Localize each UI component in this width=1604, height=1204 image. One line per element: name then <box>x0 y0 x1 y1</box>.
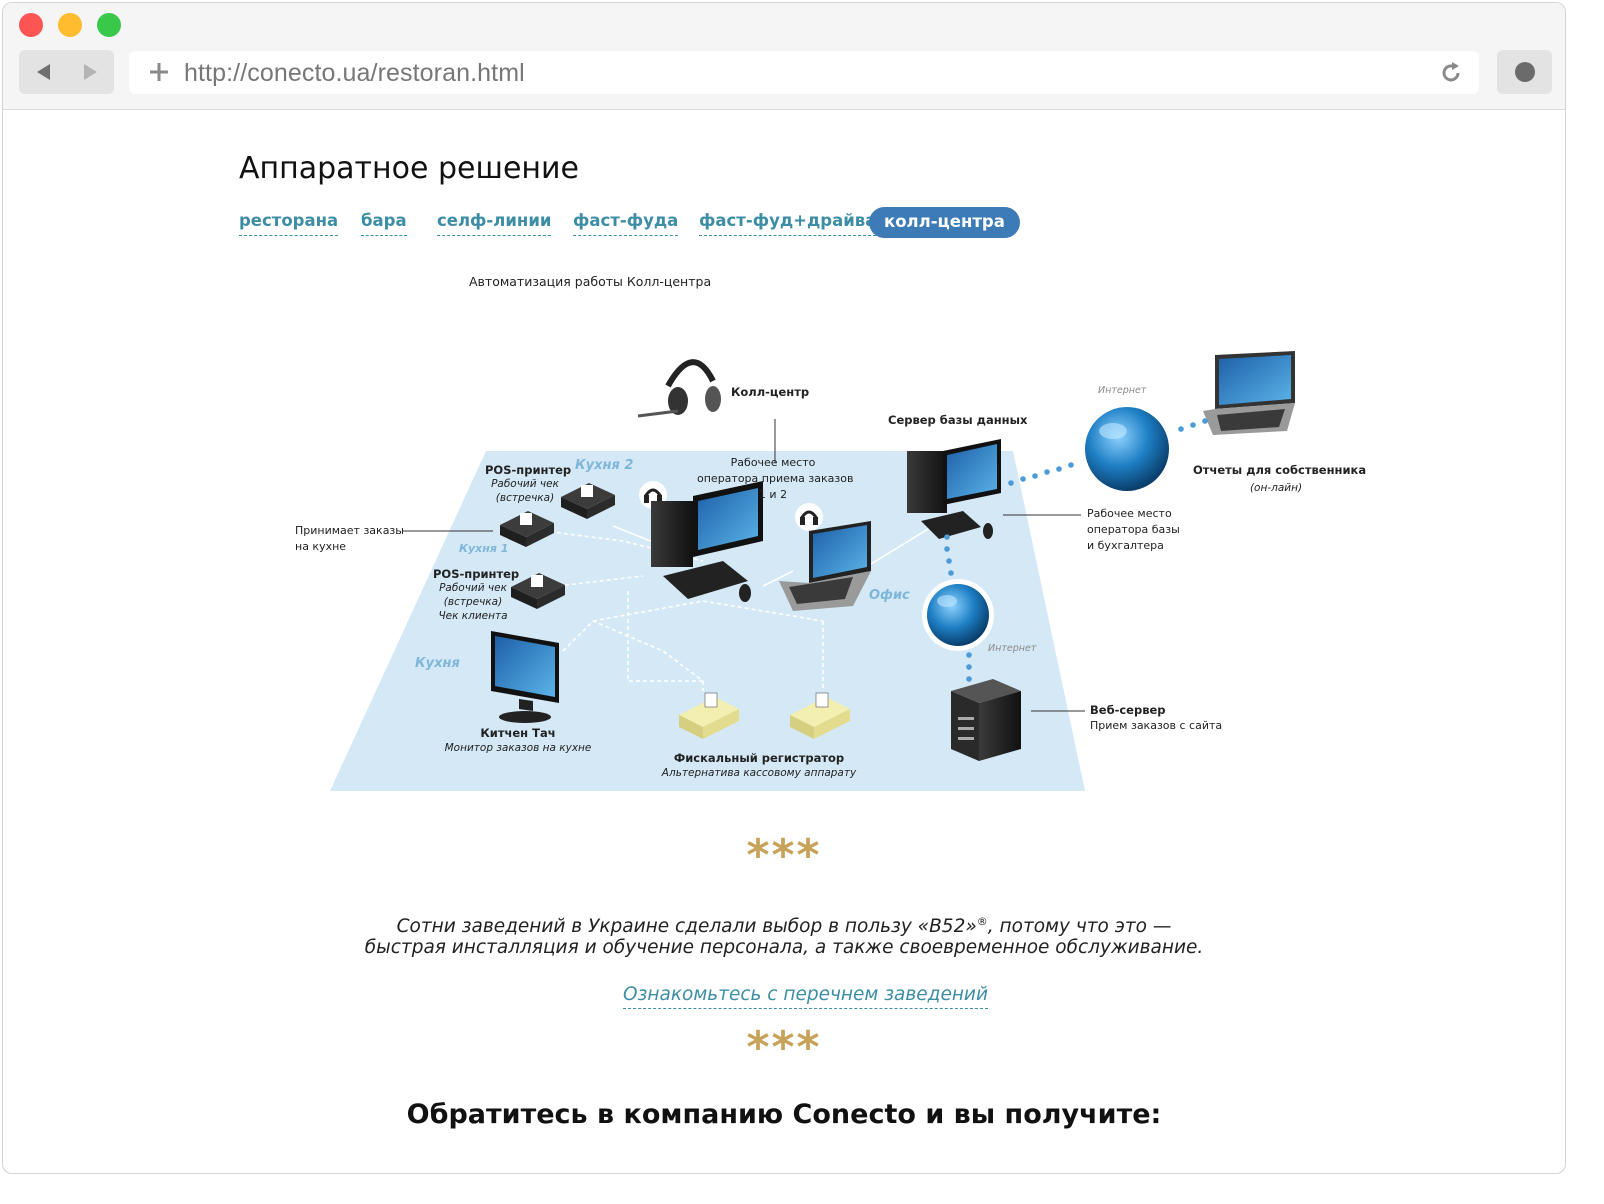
label-pos-printer-2-sub1: Рабочий чек <box>439 582 507 594</box>
label-operator-workplace-2: оператора приема заказов <box>697 472 854 485</box>
label-db-operator: Рабочее место <box>1087 507 1172 520</box>
close-window-button[interactable] <box>19 13 43 37</box>
tab-bar[interactable]: бара <box>361 211 407 236</box>
tab-fast-food[interactable]: фаст-фуда <box>573 211 679 236</box>
extension-button[interactable] <box>1497 50 1552 94</box>
operator-headset-2 <box>795 503 823 531</box>
record-icon <box>1514 62 1535 82</box>
label-fiscal: Фискальный регистратор <box>673 751 845 765</box>
label-kitchen-1: Кухня 1 <box>459 542 509 555</box>
label-db-operator-3: и бухгалтера <box>1087 539 1164 552</box>
diagram-caption: Автоматизация работы Колл-центра <box>469 274 712 289</box>
back-arrow-icon <box>37 64 50 80</box>
call-center-diagram: Колл-центр Сервер базы данных Интернет О… <box>3 331 1565 811</box>
tab-restaurant[interactable]: ресторана <box>239 211 339 236</box>
stars-divider-bottom: *** <box>746 1022 822 1073</box>
url-text[interactable]: http://conecto.ua/restoran.html <box>184 59 525 88</box>
label-internet-mid: Интернет <box>988 643 1037 654</box>
diagram-graphics <box>330 351 1295 791</box>
label-kitchen-touch-sub: Монитор заказов на кухне <box>444 742 592 754</box>
label-web-server-sub: Прием заказов с сайта <box>1090 719 1223 732</box>
label-db-server: Сервер базы данных <box>888 413 1028 427</box>
browser-toolbar: http://conecto.ua/restoran.html <box>3 3 1565 110</box>
label-pos-printer-2-sub2: (встречка) <box>443 596 503 608</box>
page-content: Аппаратное решение ресторана бара селф-л… <box>3 111 1565 1173</box>
registered-mark: ® <box>976 915 988 928</box>
tab-fast-food-drive[interactable]: фаст-фуд+драйва <box>699 211 877 236</box>
label-fiscal-sub: Альтернатива кассовому аппарату <box>661 767 857 779</box>
tab-self-line[interactable]: селф-линии <box>437 211 552 236</box>
label-pos-printer-1-sub1: Рабочий чек <box>491 478 559 490</box>
label-call-center: Колл-центр <box>731 385 810 399</box>
label-web-server: Веб-сервер <box>1090 703 1166 717</box>
history-nav <box>19 50 114 94</box>
stars-divider-top: *** <box>746 830 822 881</box>
quote-line-1-a: Сотни заведений в Украине сделали выбор … <box>396 916 977 938</box>
internet-globe-mid <box>922 579 994 651</box>
label-pos-printer-1-sub2: (встречка) <box>495 492 555 504</box>
label-db-operator-2: оператора базы <box>1087 523 1180 536</box>
label-internet-top: Интернет <box>1098 385 1147 396</box>
forward-button[interactable] <box>67 50 113 94</box>
quote-line-2: быстрая инсталляция и обучение персонала… <box>364 937 1204 958</box>
back-button[interactable] <box>21 50 67 94</box>
quote-line-1-b: , потому что это — <box>987 916 1172 938</box>
web-server-tower <box>951 679 1021 761</box>
label-operator-workplace: Рабочее место <box>730 456 816 469</box>
label-accepts-orders: Принимает заказы <box>295 524 404 537</box>
label-operator-workplace-3: 1 и 2 <box>758 488 788 501</box>
minimize-window-button[interactable] <box>58 13 82 37</box>
headset-illustration <box>637 359 721 418</box>
reload-icon[interactable] <box>1439 61 1463 85</box>
label-kitchen-2: Кухня 2 <box>575 458 634 473</box>
label-pos-printer-2-sub3: Чек клиента <box>438 610 508 622</box>
tab-call-center[interactable]: колл-центра <box>869 207 1020 238</box>
new-tab-plus-icon[interactable] <box>147 60 171 84</box>
browser-window: http://conecto.ua/restoran.html Аппаратн… <box>2 2 1566 1174</box>
maximize-window-button[interactable] <box>97 13 121 37</box>
label-owner-reports-sub: (он-лайн) <box>1249 482 1303 494</box>
address-bar[interactable]: http://conecto.ua/restoran.html <box>129 51 1479 94</box>
label-office: Офис <box>869 588 910 603</box>
cta-heading: Обратитесь в компанию Conecto и вы получ… <box>406 1099 1162 1130</box>
page-title: Аппаратное решение <box>239 151 579 186</box>
label-pos-printer-2: POS-принтер <box>433 567 520 581</box>
label-kitchen-touch: Китчен Тач <box>480 726 556 740</box>
venues-list-link[interactable]: Ознакомьтесь с перечнем заведений <box>623 984 988 1009</box>
label-kitchen: Кухня <box>415 656 460 671</box>
label-owner-reports: Отчеты для собственника <box>1193 463 1367 477</box>
owner-laptop <box>1203 351 1295 435</box>
forward-arrow-icon <box>84 64 97 80</box>
label-accepts-orders-2: на кухне <box>295 540 347 553</box>
internet-globe-top <box>1085 407 1169 491</box>
label-pos-printer-1: POS-принтер <box>485 463 572 477</box>
